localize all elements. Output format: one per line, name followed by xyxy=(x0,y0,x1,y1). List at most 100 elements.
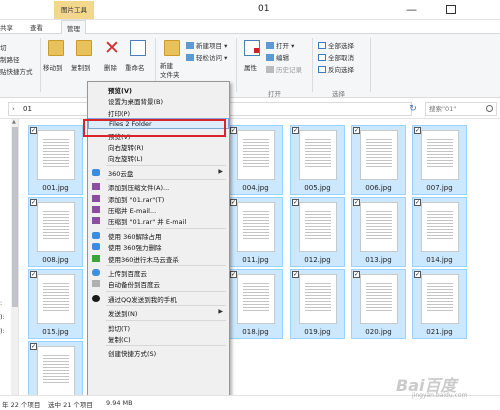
file-checkbox[interactable]: ✓ xyxy=(292,199,299,206)
context-menu-item[interactable]: 打印(P) xyxy=(88,107,229,118)
minimize-button[interactable]: — xyxy=(406,3,417,16)
file-checkbox[interactable]: ✓ xyxy=(353,271,360,278)
edit-button[interactable]: 编辑 xyxy=(266,52,289,62)
easy-access-button[interactable]: 轻松访问 ▾ xyxy=(186,52,227,62)
360-icon xyxy=(92,168,100,176)
file-checkbox[interactable]: ✓ xyxy=(30,343,37,350)
search-box[interactable] xyxy=(425,102,497,116)
delete-x-icon: ✕ xyxy=(104,37,120,59)
search-input[interactable] xyxy=(426,103,484,115)
file-tile[interactable]: ✓ 007.jpg xyxy=(412,125,467,195)
file-tile[interactable]: ✓ xyxy=(28,341,83,395)
rename-button[interactable]: 重命名 xyxy=(125,62,145,72)
scrollbar-thumb[interactable] xyxy=(12,127,18,307)
file-checkbox[interactable]: ✓ xyxy=(414,271,421,278)
submenu-arrow-icon: ▶ xyxy=(218,308,223,316)
context-menu-item[interactable]: 向左旋转(L) xyxy=(88,152,229,163)
file-tile[interactable]: ✓ 011.jpg xyxy=(228,197,283,267)
file-checkbox[interactable]: ✓ xyxy=(292,271,299,278)
context-menu-item[interactable]: 360云盘 ▶ xyxy=(88,167,229,178)
move-to-button[interactable]: 移动到 xyxy=(43,62,63,72)
file-checkbox[interactable]: ✓ xyxy=(230,271,237,278)
properties-button[interactable]: 属性 xyxy=(244,62,257,72)
file-tile[interactable]: ✓ 019.jpg xyxy=(290,269,345,339)
file-checkbox[interactable]: ✓ xyxy=(292,127,299,134)
open-button[interactable]: 打开 ▾ xyxy=(266,40,294,50)
context-menu-item[interactable]: 使用 360强力删除 xyxy=(88,241,229,252)
menu-item-label: 使用 360强力删除 xyxy=(108,244,162,253)
document-thumbnail xyxy=(421,202,459,252)
history-button[interactable]: 历史记录 xyxy=(266,64,302,74)
file-checkbox[interactable]: ✓ xyxy=(353,127,360,134)
file-tile[interactable]: ✓ 001.jpg xyxy=(28,125,83,195)
file-tile[interactable]: ✓ 005.jpg xyxy=(290,125,345,195)
document-thumbnail xyxy=(360,130,398,180)
file-checkbox[interactable]: ✓ xyxy=(230,199,237,206)
context-menu-item[interactable]: 创建快捷方式(S) xyxy=(88,347,229,358)
file-checkbox[interactable]: ✓ xyxy=(414,127,421,134)
context-menu-item[interactable]: 使用 360解除占用 xyxy=(88,230,229,241)
context-menu-item[interactable]: 添加到压缩文件(A)... xyxy=(88,181,229,192)
file-checkbox[interactable]: ✓ xyxy=(30,127,37,134)
context-menu-item[interactable]: 压缩到 "01.rar" 并 E-mail xyxy=(88,215,229,226)
select-none-button[interactable]: 全部取消 xyxy=(318,52,354,62)
file-tile[interactable]: ✓ 006.jpg xyxy=(351,125,406,195)
file-tile[interactable]: ✓ 015.jpg xyxy=(28,269,83,339)
menu-item-label: 复制(C) xyxy=(108,336,131,344)
context-menu-item[interactable]: 向右旋转(R) xyxy=(88,141,229,152)
nav-drive-item[interactable]: ): xyxy=(0,313,5,321)
tab-view[interactable]: 查看 xyxy=(30,22,43,32)
tab-share[interactable]: 共享 xyxy=(0,22,13,32)
select-all-button[interactable]: 全部选择 xyxy=(318,40,354,50)
context-menu-item[interactable]: 剪切(T) xyxy=(88,322,229,333)
new-folder-button[interactable]: 新建 文件夹 xyxy=(160,62,180,80)
context-menu-item[interactable]: 复制(C) xyxy=(88,333,229,344)
file-checkbox[interactable]: ✓ xyxy=(230,127,237,134)
tab-manage[interactable]: 管理 xyxy=(61,20,86,34)
file-checkbox[interactable]: ✓ xyxy=(30,271,37,278)
file-tile[interactable]: ✓ 021.jpg xyxy=(412,269,467,339)
copy-to-button[interactable]: 复制到 xyxy=(71,62,91,72)
context-menu-item[interactable]: 添加到 "01.rar"(T) xyxy=(88,193,229,204)
paste-shortcut-button[interactable]: 贴快捷方式 xyxy=(0,66,33,76)
picture-tools-context-tab[interactable]: 图片工具 xyxy=(54,1,94,19)
context-menu-item[interactable]: 上传到百度云 xyxy=(88,267,229,278)
breadcrumb-chevron-icon[interactable]: › xyxy=(12,105,15,113)
menu-separator xyxy=(106,227,226,229)
rar-icon xyxy=(92,217,100,225)
file-tile[interactable]: ✓ 013.jpg xyxy=(351,197,406,267)
context-menu-item[interactable]: 预览(V) xyxy=(88,84,229,95)
file-tile[interactable]: ✓ 018.jpg xyxy=(228,269,283,339)
menu-item-label: 添加到 "01.rar"(T) xyxy=(108,195,165,204)
file-checkbox[interactable]: ✓ xyxy=(30,199,37,206)
context-menu-item[interactable]: 设置为桌面背景(B) xyxy=(88,95,229,106)
context-menu-item[interactable]: 使用360进行木马云查杀 xyxy=(88,253,229,264)
menu-item-label: 通过QQ发送到我的手机 xyxy=(108,295,177,304)
breadcrumb-current[interactable]: 01 xyxy=(23,105,32,113)
context-menu-item[interactable]: 发送到(N) ▶ xyxy=(88,307,229,318)
file-tile[interactable]: ✓ 014.jpg xyxy=(412,197,467,267)
new-item-button[interactable]: 新建项目 ▾ xyxy=(186,40,227,50)
file-tile[interactable]: ✓ 008.jpg xyxy=(28,197,83,267)
nav-drive-item[interactable]: ): xyxy=(0,327,5,335)
context-menu-item[interactable]: 压缩并 E-mail... xyxy=(88,204,229,215)
maximize-button[interactable] xyxy=(446,5,456,14)
cut-button[interactable]: 切 xyxy=(0,42,7,52)
context-menu-item[interactable]: 通过QQ发送到我的手机 xyxy=(88,293,229,304)
nav-scrollbar[interactable]: ▲ xyxy=(11,119,19,395)
window-title: 01 xyxy=(258,4,270,14)
copy-path-button[interactable]: 制路径 xyxy=(0,54,20,64)
file-tile[interactable]: ✓ 004.jpg xyxy=(228,125,283,195)
file-tile[interactable]: ✓ 012.jpg xyxy=(290,197,345,267)
context-menu-item[interactable]: 自动备份到百度云 xyxy=(88,278,229,289)
scroll-up-arrow-icon[interactable]: ▲ xyxy=(12,119,16,125)
invert-selection-button[interactable]: 反向选择 xyxy=(318,64,354,74)
file-checkbox[interactable]: ✓ xyxy=(414,199,421,206)
delete-button[interactable]: 删除 xyxy=(104,62,117,72)
refresh-icon[interactable]: ↻ xyxy=(404,102,422,116)
nav-drive-item[interactable]: : xyxy=(0,299,2,307)
file-tile[interactable]: ✓ 020.jpg xyxy=(351,269,406,339)
menu-separator xyxy=(106,179,226,181)
file-name: 006.jpg xyxy=(365,184,392,192)
file-checkbox[interactable]: ✓ xyxy=(353,199,360,206)
